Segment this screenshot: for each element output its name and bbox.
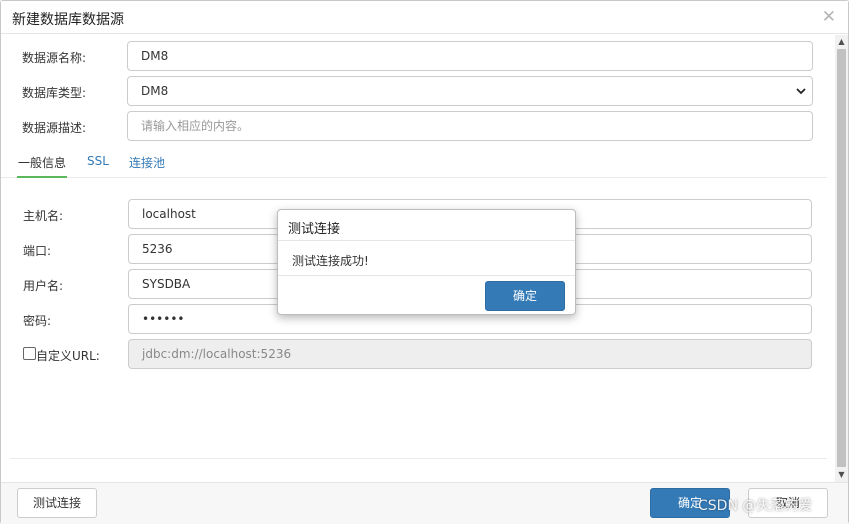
modal-ok-button[interactable]: 确定 <box>485 281 565 311</box>
custom-url-checkbox[interactable] <box>23 347 36 360</box>
modal-footer: 确定 <box>278 275 575 314</box>
tab-general[interactable]: 一般信息 <box>17 154 68 178</box>
vertical-scrollbar[interactable]: ▲ ▼ <box>835 35 848 482</box>
dialog-title: 新建数据库数据源 <box>12 12 124 28</box>
modal-message: 测试连接成功! <box>292 254 369 268</box>
test-connection-button[interactable]: 测试连接 <box>17 488 97 518</box>
dialog-titlebar: 新建数据库数据源 ✕ <box>1 1 848 34</box>
datasource-dialog: 新建数据库数据源 ✕ 数据源名称: DM8 数据库类型: DM8 数据源描述: … <box>0 0 849 524</box>
ok-button[interactable]: 确定 <box>650 488 730 518</box>
close-icon[interactable]: ✕ <box>822 7 836 27</box>
database-type-select[interactable]: DM8 <box>127 76 813 106</box>
test-connection-modal: 测试连接 测试连接成功! 确定 <box>277 209 576 315</box>
host-label: 主机名: <box>23 209 64 223</box>
custom-url-label: 自定义URL: <box>36 349 100 363</box>
cancel-button[interactable]: 取消 <box>748 488 828 518</box>
tab-ssl[interactable]: SSL <box>87 154 109 178</box>
datasource-desc-input[interactable]: 请输入相应的内容。 <box>127 111 813 141</box>
footer-divider <box>10 458 827 459</box>
modal-header: 测试连接 <box>278 210 575 241</box>
dialog-footer: 测试连接 确定 取消 <box>1 482 848 524</box>
password-label: 密码: <box>23 314 52 328</box>
datasource-name-input[interactable]: DM8 <box>127 41 813 71</box>
scroll-down-icon[interactable]: ▼ <box>835 468 848 482</box>
tab-connection-pool[interactable]: 连接池 <box>129 154 165 178</box>
database-type-value: DM8 <box>141 84 169 98</box>
scroll-up-icon[interactable]: ▲ <box>835 35 848 49</box>
datasource-desc-label: 数据源描述: <box>22 121 87 135</box>
username-label: 用户名: <box>23 279 64 293</box>
scrollbar-thumb[interactable] <box>837 49 846 467</box>
jdbc-url-input: jdbc:dm://localhost:5236 <box>128 339 812 369</box>
tab-bar: 一般信息 SSL 连接池 <box>1 154 827 178</box>
port-label: 端口: <box>23 244 52 258</box>
datasource-name-label: 数据源名称: <box>22 51 87 65</box>
modal-title: 测试连接 <box>288 222 341 237</box>
database-type-label: 数据库类型: <box>22 86 87 100</box>
